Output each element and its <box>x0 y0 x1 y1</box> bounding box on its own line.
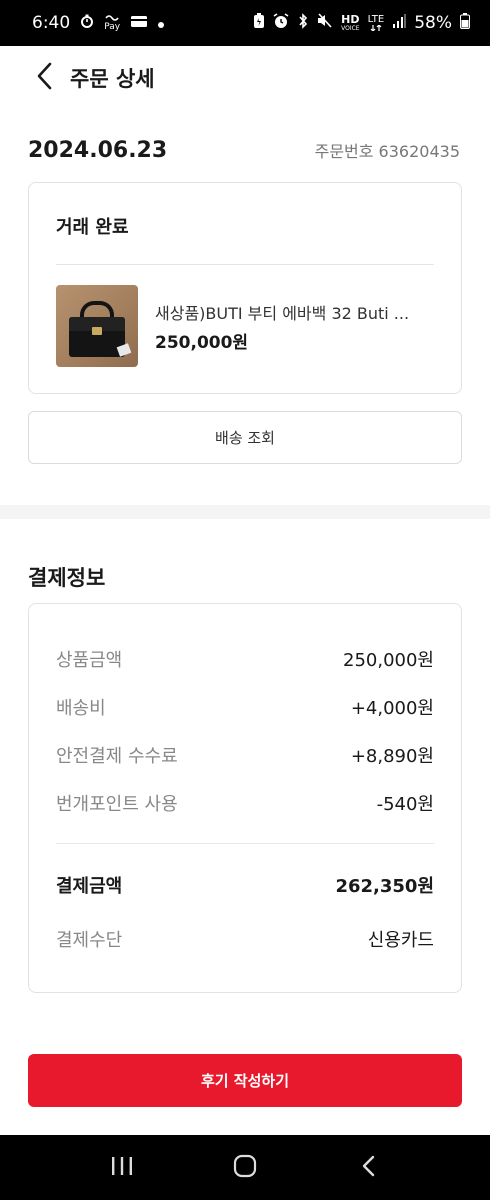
payment-method-label: 결제수단 <box>56 930 123 951</box>
order-number: 주문번호 63620435 <box>314 142 460 161</box>
order-date: 2024.06.23 <box>28 138 168 163</box>
payment-row-value: -540원 <box>376 794 434 815</box>
divider <box>56 264 434 265</box>
back-button[interactable] <box>24 58 64 98</box>
product-price: 250,000원 <box>155 333 249 353</box>
hd-label: HD <box>341 13 360 26</box>
payment-row-label: 번개포인트 사용 <box>56 794 178 815</box>
payment-total-label: 결제금액 <box>56 876 123 897</box>
payment-row-method: 결제수단 신용카드 <box>56 926 434 952</box>
payment-row-label: 상품금액 <box>56 650 123 671</box>
payment-row-product-amount: 상품금액 250,000원 <box>56 646 434 672</box>
status-bar: 6:40 Pay HD VOICE LTE 58% <box>0 0 490 46</box>
app-header: 주문 상세 <box>0 46 490 110</box>
lte-label: LTE <box>367 14 385 25</box>
payment-card: 상품금액 250,000원 배송비 +4,000원 안전결제 수수료 +8,89… <box>28 603 462 993</box>
status-bar-left: 6:40 Pay <box>32 13 165 33</box>
payment-row-value: +8,890원 <box>350 746 434 767</box>
alarm-icon <box>273 12 289 34</box>
status-bar-right: HD VOICE LTE 58% <box>253 12 470 34</box>
payment-row-shipping: 배송비 +4,000원 <box>56 694 434 720</box>
payment-row-label: 배송비 <box>56 698 106 719</box>
signal-icon <box>392 13 407 33</box>
mute-icon <box>317 13 333 33</box>
write-review-label: 후기 작성하기 <box>200 1072 290 1090</box>
payment-row-points: 번개포인트 사용 -540원 <box>56 790 434 816</box>
system-nav-bar <box>0 1135 490 1200</box>
payment-row-safe-payment-fee: 안전결제 수수료 +8,890원 <box>56 742 434 768</box>
product-name[interactable]: 새상품)BUTI 부티 에바백 32 Buti ... <box>155 300 409 324</box>
payment-row-total: 결제금액 262,350원 <box>56 872 434 898</box>
pay-label: Pay <box>104 22 121 32</box>
bag-clasp-shape <box>92 327 102 335</box>
order-header: 2024.06.23 주문번호 63620435 <box>28 138 460 163</box>
section-separator <box>0 505 490 519</box>
hd-voice-icon: HD VOICE <box>341 14 359 32</box>
bag-tag-shape <box>116 343 132 357</box>
status-time: 6:40 <box>32 13 71 33</box>
lte-icon: LTE <box>367 14 385 31</box>
payment-total-value: 262,350원 <box>335 876 434 897</box>
recent-apps-icon <box>111 1156 133 1180</box>
product-image[interactable] <box>56 285 138 367</box>
battery-icon <box>460 12 470 34</box>
transaction-status: 거래 완료 <box>56 217 129 238</box>
battery-label: 58% <box>414 13 452 33</box>
nav-back-icon <box>361 1155 375 1181</box>
payment-row-value: +4,000원 <box>350 698 434 719</box>
notification-dot-icon <box>158 13 165 33</box>
payment-row-value: 250,000원 <box>343 650 434 671</box>
timer-icon <box>80 13 94 33</box>
write-review-button[interactable]: 후기 작성하기 <box>28 1054 462 1107</box>
home-icon <box>233 1154 257 1182</box>
chevron-left-icon <box>36 62 52 94</box>
payment-row-label: 안전결제 수수료 <box>56 746 178 767</box>
payment-section-title: 결제정보 <box>28 566 106 590</box>
delivery-tracking-button[interactable]: 배송 조회 <box>28 411 462 464</box>
battery-saver-icon <box>253 12 265 34</box>
payment-method-value: 신용카드 <box>367 930 434 951</box>
divider <box>56 843 434 844</box>
card-icon <box>130 13 148 33</box>
page-title: 주문 상세 <box>70 67 155 91</box>
product-card: 거래 완료 새상품)BUTI 부티 에바백 32 Buti ... 250,00… <box>28 182 462 394</box>
nav-back-button[interactable] <box>338 1143 398 1193</box>
recent-apps-button[interactable] <box>92 1143 152 1193</box>
bluetooth-icon <box>297 12 309 34</box>
home-button[interactable] <box>215 1143 275 1193</box>
delivery-tracking-label: 배송 조회 <box>215 429 275 447</box>
pay-icon: Pay <box>104 14 120 32</box>
voice-label: VOICE <box>341 25 360 32</box>
